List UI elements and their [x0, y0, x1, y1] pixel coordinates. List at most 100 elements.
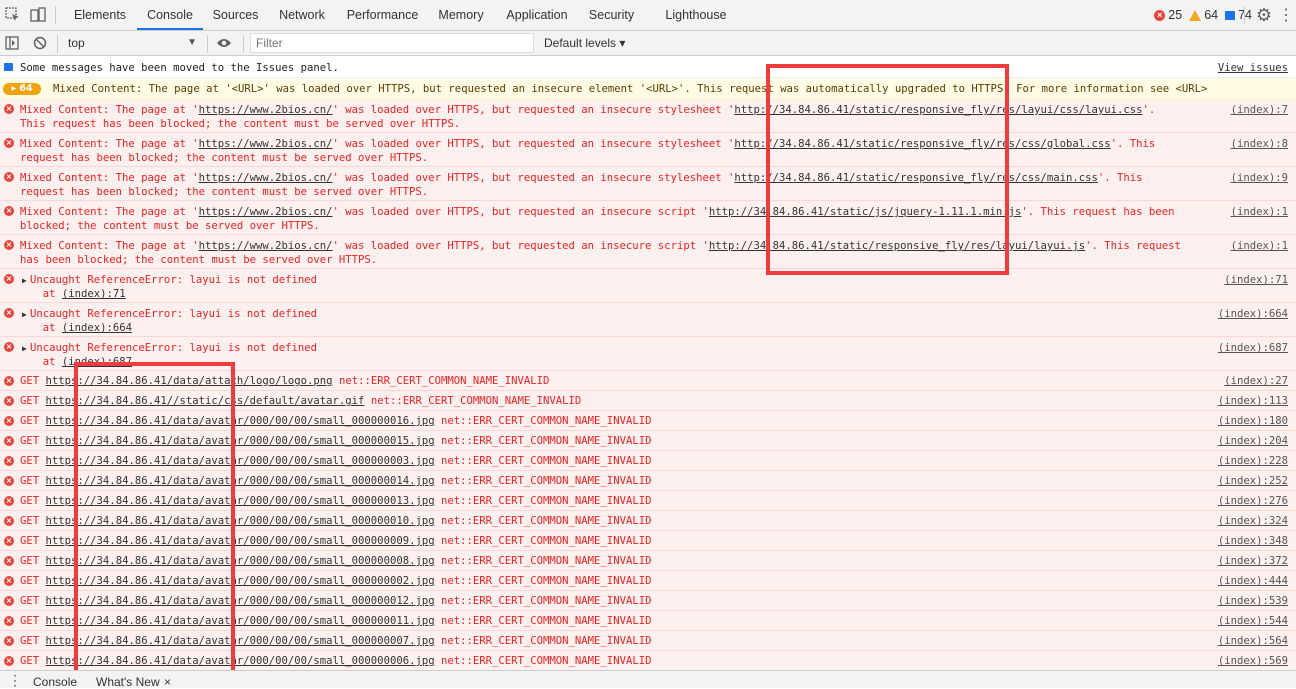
error-icon: ×	[4, 476, 14, 486]
resource-url-link[interactable]: http://34.84.86.41/static/responsive_fly…	[734, 104, 1142, 116]
tab-performance[interactable]: Performance	[341, 0, 424, 30]
stack-at: at	[42, 322, 62, 334]
stack-location-link[interactable]: (index):664	[62, 322, 132, 334]
message-prefix: Mixed Content: The page at '	[20, 206, 199, 218]
request-url-link[interactable]: https://34.84.86.41/data/avatar/000/00/0…	[46, 575, 435, 587]
request-url-link[interactable]: https://34.84.86.41/data/avatar/000/00/0…	[46, 555, 435, 567]
view-issues-link[interactable]: View issues	[1218, 61, 1288, 75]
source-link[interactable]: (index):1	[1231, 205, 1288, 219]
source-link[interactable]: (index):664	[1218, 307, 1288, 321]
drawer-tab-console[interactable]: Console	[33, 675, 77, 689]
settings-gear-icon[interactable]: ⚙	[1254, 5, 1274, 25]
message-prefix: Mixed Content: The page at '	[20, 104, 199, 116]
source-link[interactable]: (index):1	[1231, 239, 1288, 253]
inspect-element-icon[interactable]	[3, 5, 23, 25]
request-url-link[interactable]: https://34.84.86.41/data/avatar/000/00/0…	[46, 435, 435, 447]
more-options-icon[interactable]: ⋮	[1278, 5, 1294, 25]
context-selector[interactable]: top ▼	[63, 33, 203, 53]
warning-repeat-badge[interactable]: ▸ 64	[3, 83, 41, 95]
request-url-link[interactable]: https://34.84.86.41/data/avatar/000/00/0…	[46, 535, 435, 547]
message-text: Uncaught ReferenceError: layui is not de…	[30, 341, 1216, 369]
stack-location-link[interactable]: (index):687	[62, 356, 132, 368]
filter-input[interactable]	[250, 33, 534, 53]
request-url-link[interactable]: https://34.84.86.41/data/avatar/000/00/0…	[46, 655, 435, 667]
tab-network[interactable]: Network	[272, 0, 332, 30]
source-link[interactable]: (index):372	[1218, 554, 1288, 568]
message-text: GET https://34.84.86.41/data/avatar/000/…	[20, 514, 1216, 528]
source-link[interactable]: (index):180	[1218, 414, 1288, 428]
drawer-tab-whats-new[interactable]: What's New	[96, 675, 160, 689]
source-link[interactable]: (index):444	[1218, 574, 1288, 588]
http-verb: GET	[20, 495, 40, 507]
get-request-error: × GET https://34.84.86.41/data/avatar/000…	[0, 611, 1296, 631]
live-expression-eye-icon[interactable]	[214, 33, 234, 53]
message-prefix: Mixed Content: The page at '	[20, 172, 199, 184]
tab-sources[interactable]: Sources	[207, 0, 264, 30]
source-link[interactable]: (index):276	[1218, 494, 1288, 508]
source-link[interactable]: (index):27	[1224, 374, 1288, 388]
tab-lighthouse[interactable]: Lighthouse	[658, 0, 734, 30]
request-url-link[interactable]: https://34.84.86.41/data/attach/logo/log…	[46, 375, 333, 387]
resource-url-link[interactable]: http://34.84.86.41/static/responsive_fly…	[734, 138, 1110, 150]
request-url-link[interactable]: https://34.84.86.41/data/avatar/000/00/0…	[46, 635, 435, 647]
tab-security[interactable]: Security	[583, 0, 640, 30]
net-error-code: net::ERR_CERT_COMMON_NAME_INVALID	[440, 635, 652, 647]
toolbar-divider	[1244, 6, 1245, 24]
source-link[interactable]: (index):252	[1218, 474, 1288, 488]
request-url-link[interactable]: https://34.84.86.41/data/avatar/000/00/0…	[46, 455, 435, 467]
request-url-link[interactable]: https://34.84.86.41/data/avatar/000/00/0…	[46, 595, 435, 607]
net-error-code: net::ERR_CERT_COMMON_NAME_INVALID	[440, 655, 652, 667]
source-link[interactable]: (index):324	[1218, 514, 1288, 528]
source-link[interactable]: (index):228	[1218, 454, 1288, 468]
expand-triangle-icon[interactable]: ▶	[22, 276, 27, 285]
resource-url-link[interactable]: http://34.84.86.41/static/js/jquery-1.11…	[709, 206, 1022, 218]
page-url-link[interactable]: https://www.2bios.cn/	[199, 172, 333, 184]
source-link[interactable]: (index):71	[1224, 273, 1288, 287]
issue-counters[interactable]: × 25 64 74	[1151, 0, 1252, 30]
net-error-code: net::ERR_CERT_COMMON_NAME_INVALID	[370, 395, 582, 407]
log-levels-dropdown[interactable]: Default levels ▾	[544, 33, 625, 53]
source-link[interactable]: (index):8	[1231, 137, 1288, 151]
source-link[interactable]: (index):348	[1218, 534, 1288, 548]
request-url-link[interactable]: https://34.84.86.41/data/avatar/000/00/0…	[46, 495, 435, 507]
stack-location-link[interactable]: (index):71	[62, 288, 126, 300]
source-link[interactable]: (index):9	[1231, 171, 1288, 185]
resource-url-link[interactable]: http://34.84.86.41/static/responsive_fly…	[734, 172, 1098, 184]
page-url-link[interactable]: https://www.2bios.cn/	[199, 240, 333, 252]
tab-elements[interactable]: Elements	[66, 0, 134, 30]
clear-console-icon[interactable]	[30, 33, 50, 53]
source-link[interactable]: (index):113	[1218, 394, 1288, 408]
page-url-link[interactable]: https://www.2bios.cn/	[199, 104, 333, 116]
source-link[interactable]: (index):687	[1218, 341, 1288, 355]
tab-memory[interactable]: Memory	[432, 0, 490, 30]
drawer-close-icon[interactable]: ×	[164, 675, 171, 689]
tab-application[interactable]: Application	[499, 0, 575, 30]
sidebar-toggle-icon[interactable]	[2, 33, 22, 53]
request-url-link[interactable]: https://34.84.86.41//static/css/default/…	[46, 395, 365, 407]
message-text: GET https://34.84.86.41/data/avatar/000/…	[20, 494, 1216, 508]
expand-triangle-icon[interactable]: ▶	[22, 344, 27, 353]
page-url-link[interactable]: https://www.2bios.cn/	[199, 138, 333, 150]
source-link[interactable]: (index):539	[1218, 594, 1288, 608]
tab-console[interactable]: Console	[137, 0, 203, 30]
source-link[interactable]: (index):544	[1218, 614, 1288, 628]
source-link[interactable]: (index):564	[1218, 634, 1288, 648]
error-icon: ×	[4, 576, 14, 586]
request-url-link[interactable]: https://34.84.86.41/data/avatar/000/00/0…	[46, 615, 435, 627]
expand-triangle-icon[interactable]: ▶	[22, 310, 27, 319]
page-url-link[interactable]: https://www.2bios.cn/	[199, 206, 333, 218]
error-icon: ×	[4, 274, 14, 284]
source-link[interactable]: (index):569	[1218, 654, 1288, 668]
request-url-link[interactable]: https://34.84.86.41/data/avatar/000/00/0…	[46, 515, 435, 527]
reference-error: × ▶ Uncaught ReferenceError: layui is not …	[0, 303, 1296, 337]
message-text: GET https://34.84.86.41/data/avatar/000/…	[20, 634, 1216, 648]
device-toolbar-icon[interactable]	[28, 5, 48, 25]
drawer-menu-icon[interactable]: ⋮	[8, 671, 22, 689]
net-error-code: net::ERR_CERT_COMMON_NAME_INVALID	[440, 535, 652, 547]
source-link[interactable]: (index):204	[1218, 434, 1288, 448]
request-url-link[interactable]: https://34.84.86.41/data/avatar/000/00/0…	[46, 475, 435, 487]
resource-url-link[interactable]: http://34.84.86.41/static/responsive_fly…	[709, 240, 1085, 252]
request-url-link[interactable]: https://34.84.86.41/data/avatar/000/00/0…	[46, 415, 435, 427]
net-error-code: net::ERR_CERT_COMMON_NAME_INVALID	[440, 575, 652, 587]
source-link[interactable]: (index):7	[1231, 103, 1288, 117]
